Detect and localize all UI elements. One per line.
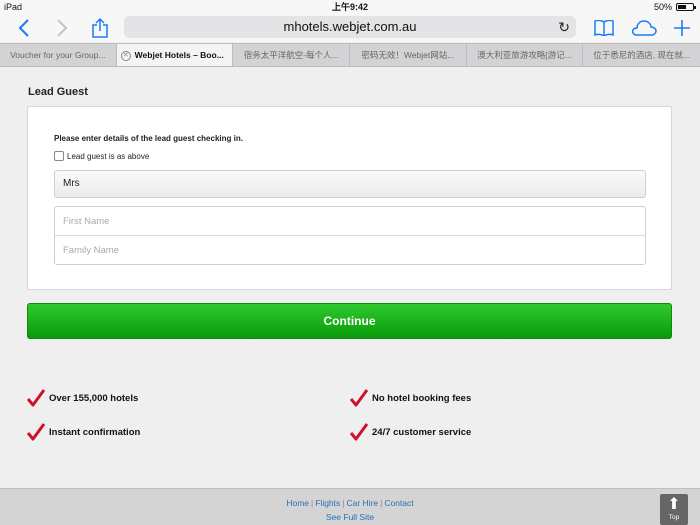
footer-links: Home | Flights | Car Hire | Contact [286, 498, 414, 508]
battery-percent: 50% [653, 2, 672, 12]
continue-button[interactable]: Continue [27, 303, 672, 339]
title-select[interactable]: Mrs [54, 170, 646, 198]
family-name-field[interactable]: Family Name [55, 236, 645, 265]
tab-label: 密码无效！Webjet网站... [361, 50, 455, 60]
icloud-tabs-icon[interactable] [630, 16, 658, 40]
tab-label: Webjet Hotels – Boo... [134, 50, 224, 60]
footer: Home | Flights | Car Hire | Contact See Full S… [0, 488, 700, 525]
lead-guest-checkbox[interactable] [54, 151, 64, 161]
footer-link-home[interactable]: Home [286, 498, 309, 508]
footer-link-flights[interactable]: Flights [315, 498, 340, 508]
close-icon[interactable]: ✕ [120, 50, 131, 61]
feature-item: 24/7 customer service [350, 423, 471, 441]
battery-icon [676, 3, 696, 11]
bookmarks-icon[interactable] [592, 16, 616, 40]
url-bar[interactable]: mhotels.webjet.com.au ↻ [124, 16, 576, 38]
first-name-field[interactable]: First Name [55, 207, 645, 236]
clock: 上午9:42 [331, 2, 368, 12]
name-fields: First Name Family Name [54, 206, 646, 265]
browser-toolbar: mhotels.webjet.com.au ↻ [0, 14, 700, 42]
back-icon[interactable] [12, 16, 36, 40]
tab-label: 澳大利亚旅游攻略[游记... [477, 50, 572, 60]
arrow-up-icon: ⬆ [667, 496, 681, 513]
feature-item: Over 155,000 hotels [27, 389, 138, 407]
status-bar: iPad 上午9:42 50% [0, 0, 700, 14]
top-label: Top [668, 514, 680, 521]
new-tab-icon[interactable] [670, 16, 694, 40]
tab-label: 位于悉尼的酒店, 现在就... [593, 50, 691, 60]
feature-label: 24/7 customer service [372, 426, 472, 438]
lead-guest-checkbox-label: Lead guest is as above [67, 151, 150, 161]
lead-guest-checkbox-row[interactable]: Lead guest is as above [54, 151, 149, 161]
tab-password[interactable]: 密码无效！Webjet网站... [350, 44, 467, 66]
feature-label: Over 155,000 hotels [49, 392, 139, 404]
lead-guest-card: Please enter details of the lead guest c… [27, 106, 672, 290]
share-icon[interactable] [88, 16, 112, 40]
checkmark-icon [27, 389, 45, 407]
tab-bar: Voucher for your Group... ✕ Webjet Hotels… [0, 43, 700, 67]
tab-label: Voucher for your Group... [10, 50, 106, 60]
feature-item: Instant confirmation [27, 423, 140, 441]
section-title: Lead Guest [28, 86, 88, 98]
feature-label: Instant confirmation [49, 426, 141, 438]
feature-item: No hotel booking fees [350, 389, 471, 407]
url-text: mhotels.webjet.com.au [283, 19, 417, 34]
scroll-top-button[interactable]: ⬆ Top [660, 494, 688, 525]
footer-link-contact[interactable]: Contact [384, 498, 413, 508]
page-content: Lead Guest Please enter details of the l… [0, 68, 700, 488]
checkmark-icon [350, 423, 368, 441]
tab-voucher[interactable]: Voucher for your Group... [0, 44, 117, 66]
see-full-site-link[interactable]: See Full Site [0, 512, 700, 522]
tab-australia-travel[interactable]: 澳大利亚旅游攻略[游记... [467, 44, 584, 66]
tab-cebu-pacific[interactable]: 宿务太平洋航空-每个人... [233, 44, 350, 66]
reload-icon[interactable]: ↻ [558, 16, 570, 38]
instruction-text: Please enter details of the lead guest c… [54, 134, 243, 143]
tab-sydney-hotels[interactable]: 位于悉尼的酒店, 现在就... [583, 44, 700, 66]
checkmark-icon [27, 423, 45, 441]
tab-label: 宿务太平洋航空-每个人... [243, 50, 339, 60]
footer-link-car-hire[interactable]: Car Hire [347, 498, 379, 508]
feature-label: No hotel booking fees [372, 392, 472, 404]
tab-webjet-hotels[interactable]: ✕ Webjet Hotels – Boo... [116, 44, 234, 66]
checkmark-icon [350, 389, 368, 407]
forward-icon[interactable] [50, 16, 74, 40]
battery-status: 50% [653, 0, 696, 14]
